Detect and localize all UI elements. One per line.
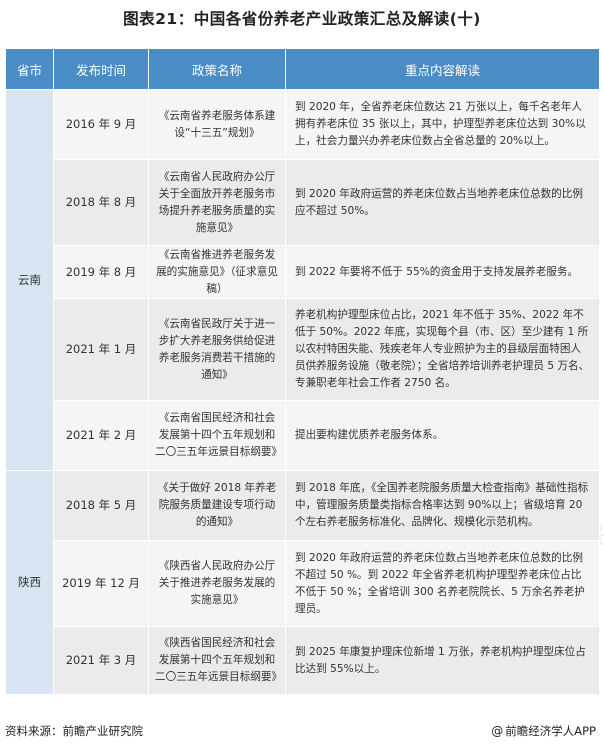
brand-name: 前瞻经济学人APP: [505, 724, 596, 738]
date-cell: 2019 年 8 月: [53, 245, 149, 299]
date-cell: 2021 年 2 月: [53, 400, 149, 471]
source-note: 资料来源：前瞻产业研究院: [5, 724, 143, 738]
content-cell: 到 2020 年，全省养老床位数达 21 万张以上，每千名老年人拥有养老床位 3…: [285, 89, 600, 160]
date-cell: 2018 年 8 月: [53, 159, 149, 246]
header-policy-name: 政策名称: [148, 48, 286, 90]
header-province: 省市: [5, 48, 54, 90]
policy-name-cell: 《云南省人民政府办公厅关于全面放开养老服务市场提升养老服务质量的实施意见》: [148, 159, 286, 246]
province-cell: 陕西: [5, 470, 54, 695]
policy-name-cell: 《云南省民政厅关于进一步扩大养老服务供给促进养老服务消费若干措施的通知》: [148, 298, 286, 401]
at-sign-icon: @: [491, 724, 504, 738]
content-cell: 到 2020 年政府运营的养老床位数占当地养老床位总数的比例应不超过 50%。: [285, 159, 600, 246]
content-cell: 到 2018 年底，《全国养老院服务质量大检查指南》基础性指标中，管理服务质量类…: [285, 470, 600, 541]
table-row: 2018 年 8 月 《云南省人民政府办公厅关于全面放开养老服务市场提升养老服务…: [6, 159, 600, 246]
policy-name-cell: 《陕西省人民政府办公厅关于推进养老服务发展的实施意见》: [148, 540, 286, 627]
policy-table: 省市 发布时间 政策名称 重点内容解读 云南 2016 年 9 月 《云南省养老…: [5, 48, 600, 695]
table-row: 陕西 2018 年 5 月 《关于做好 2018 年养老院服务质量建设专项行动的…: [5, 470, 600, 695]
content-cell: 养老机构护理型床位占比，2021 年不低于 35%、2022 年不低于 50%。…: [285, 298, 600, 401]
date-cell: 2021 年 1 月: [53, 298, 149, 401]
date-cell: 2019 年 12 月: [53, 540, 149, 627]
date-cell: 2021 年 3 月: [53, 626, 149, 695]
policy-name-cell: 《陕西省国民经济和社会发展第十四个五年规划和二〇三五年远景目标纲要》: [148, 626, 286, 695]
brand-credit: @ 前瞻经济学人APP: [491, 723, 596, 739]
header-date: 发布时间: [53, 48, 149, 90]
table-row: 2019 年 12 月 《陕西省人民政府办公厅关于推进养老服务发展的实施意见》 …: [6, 540, 600, 627]
date-cell: 2018 年 5 月: [53, 470, 149, 541]
policy-name-cell: 《关于做好 2018 年养老院服务质量建设专项行动的通知》: [148, 470, 286, 541]
content-cell: 提出要构建优质养老服务体系。: [285, 400, 600, 471]
date-cell: 2016 年 9 月: [53, 89, 149, 160]
policy-name-cell: 《云南省国民经济和社会发展第十四个五年规划和二〇三五年远景目标纲要》: [148, 400, 286, 471]
policy-name-cell: 《云南省养老服务体系建设“十三五”规划》: [148, 89, 286, 160]
province-cell: 云南: [5, 89, 54, 471]
table-row: 2021 年 3 月 《陕西省国民经济和社会发展第十四个五年规划和二〇三五年远景…: [6, 626, 600, 695]
table-row: 2021 年 2 月 《云南省国民经济和社会发展第十四个五年规划和二〇三五年远景…: [6, 400, 600, 471]
table-row: 云南 2016 年 9 月 《云南省养老服务体系建设“十三五”规划》 到 202…: [5, 89, 600, 471]
content-cell: 到 2020 年政府运营的养老床位数占当地养老床位总数的比例不超过 50 %。到…: [285, 540, 600, 627]
page-title: 图表21：中国各省份养老产业政策汇总及解读(十): [123, 10, 481, 28]
header-key-content: 重点内容解读: [285, 48, 600, 90]
content-cell: 到 2022 年要将不低于 55%的资金用于支持发展养老服务。: [285, 245, 600, 299]
table-header-row: 省市 发布时间 政策名称 重点内容解读: [5, 48, 600, 90]
table-row: 2021 年 1 月 《云南省民政厅关于进一步扩大养老服务供给促进养老服务消费若…: [6, 298, 600, 401]
content-cell: 到 2025 年康复护理床位新增 1 万张，养老机构护理型床位占比达到 55%以…: [285, 626, 600, 695]
policy-name-cell: 《云南省推进养老服务发展的实施意见》（征求意见稿）: [148, 245, 286, 299]
table-row: 2019 年 8 月 《云南省推进养老服务发展的实施意见》（征求意见稿） 到 2…: [6, 245, 600, 299]
